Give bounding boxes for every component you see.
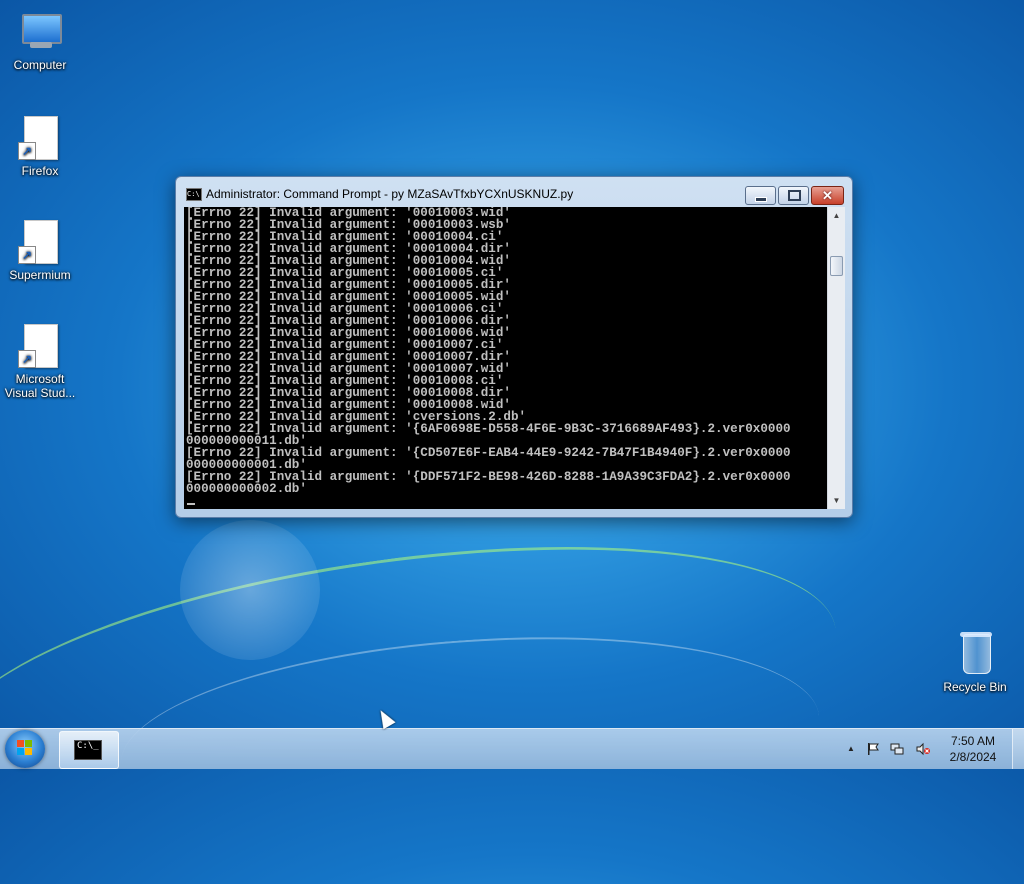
action-center-flag-icon[interactable] (866, 742, 880, 756)
desktop-icon-label: Microsoft Visual Stud... (4, 372, 76, 400)
system-tray: ▲ (840, 729, 936, 769)
desktop-icon-label: Supermium (9, 268, 71, 282)
window-title: Administrator: Command Prompt - py MZaSA… (206, 187, 574, 201)
window-titlebar[interactable]: C:\ Administrator: Command Prompt - py M… (176, 177, 852, 207)
clock-time: 7:50 AM (950, 734, 996, 748)
cmd-icon: C:\ (186, 188, 202, 201)
desktop-icon-visual-studio[interactable]: ↗ Microsoft Visual Stud... (2, 322, 78, 400)
desktop-icon-recycle-bin[interactable]: Recycle Bin (937, 630, 1013, 694)
desktop-icon-label: Firefox (21, 164, 59, 178)
vertical-scrollbar[interactable]: ▲ ▼ (827, 207, 845, 509)
scrollbar-thumb[interactable] (830, 256, 843, 276)
console-output[interactable]: [Errno 22] Invalid argument: '00010003.w… (184, 207, 827, 509)
desktop-icon-firefox[interactable]: ↗ Firefox (2, 114, 78, 178)
windows-logo-icon (17, 740, 33, 756)
scroll-up-arrow-icon[interactable]: ▲ (828, 207, 845, 224)
text-cursor (187, 503, 195, 505)
shortcut-file-icon: ↗ (16, 322, 64, 370)
desktop-icon-supermium[interactable]: ↗ Supermium (2, 218, 78, 282)
minimize-icon (755, 197, 767, 202)
minimize-button[interactable] (745, 186, 776, 205)
shortcut-file-icon: ↗ (16, 114, 64, 162)
taskbar-button-command-prompt[interactable]: C:\_ (59, 731, 119, 769)
clock-date: 2/8/2024 (949, 750, 997, 764)
maximize-icon (788, 190, 801, 201)
recycle-bin-icon (951, 630, 999, 678)
desktop-icon-label: Recycle Bin (943, 680, 1007, 694)
network-icon[interactable] (890, 742, 904, 756)
wallpaper-flare (180, 520, 320, 660)
show-hidden-icons-chevron-icon[interactable]: ▲ (844, 742, 858, 756)
desktop-icon-label: Computer (13, 58, 67, 72)
console-lines: [Errno 22] Invalid argument: '00010003.w… (184, 207, 827, 495)
start-button[interactable] (5, 730, 45, 768)
show-desktop-button[interactable] (1012, 729, 1024, 769)
volume-muted-icon[interactable] (916, 742, 930, 756)
console-line: 000000000002.db' (186, 482, 307, 496)
maximize-button[interactable] (778, 186, 809, 205)
cmd-icon: C:\_ (74, 740, 102, 760)
close-button[interactable]: ✕ (811, 186, 844, 205)
command-prompt-window[interactable]: C:\ Administrator: Command Prompt - py M… (175, 176, 853, 518)
desktop-icon-computer[interactable]: Computer (2, 8, 78, 72)
clock[interactable]: 7:50 AM 2/8/2024 (938, 733, 1008, 765)
taskbar: C:\_ ▲ 7:50 AM 2/8/2024 (0, 728, 1024, 769)
close-icon: ✕ (822, 188, 833, 203)
shortcut-file-icon: ↗ (16, 218, 64, 266)
scroll-down-arrow-icon[interactable]: ▼ (828, 492, 845, 509)
computer-icon (16, 8, 64, 56)
